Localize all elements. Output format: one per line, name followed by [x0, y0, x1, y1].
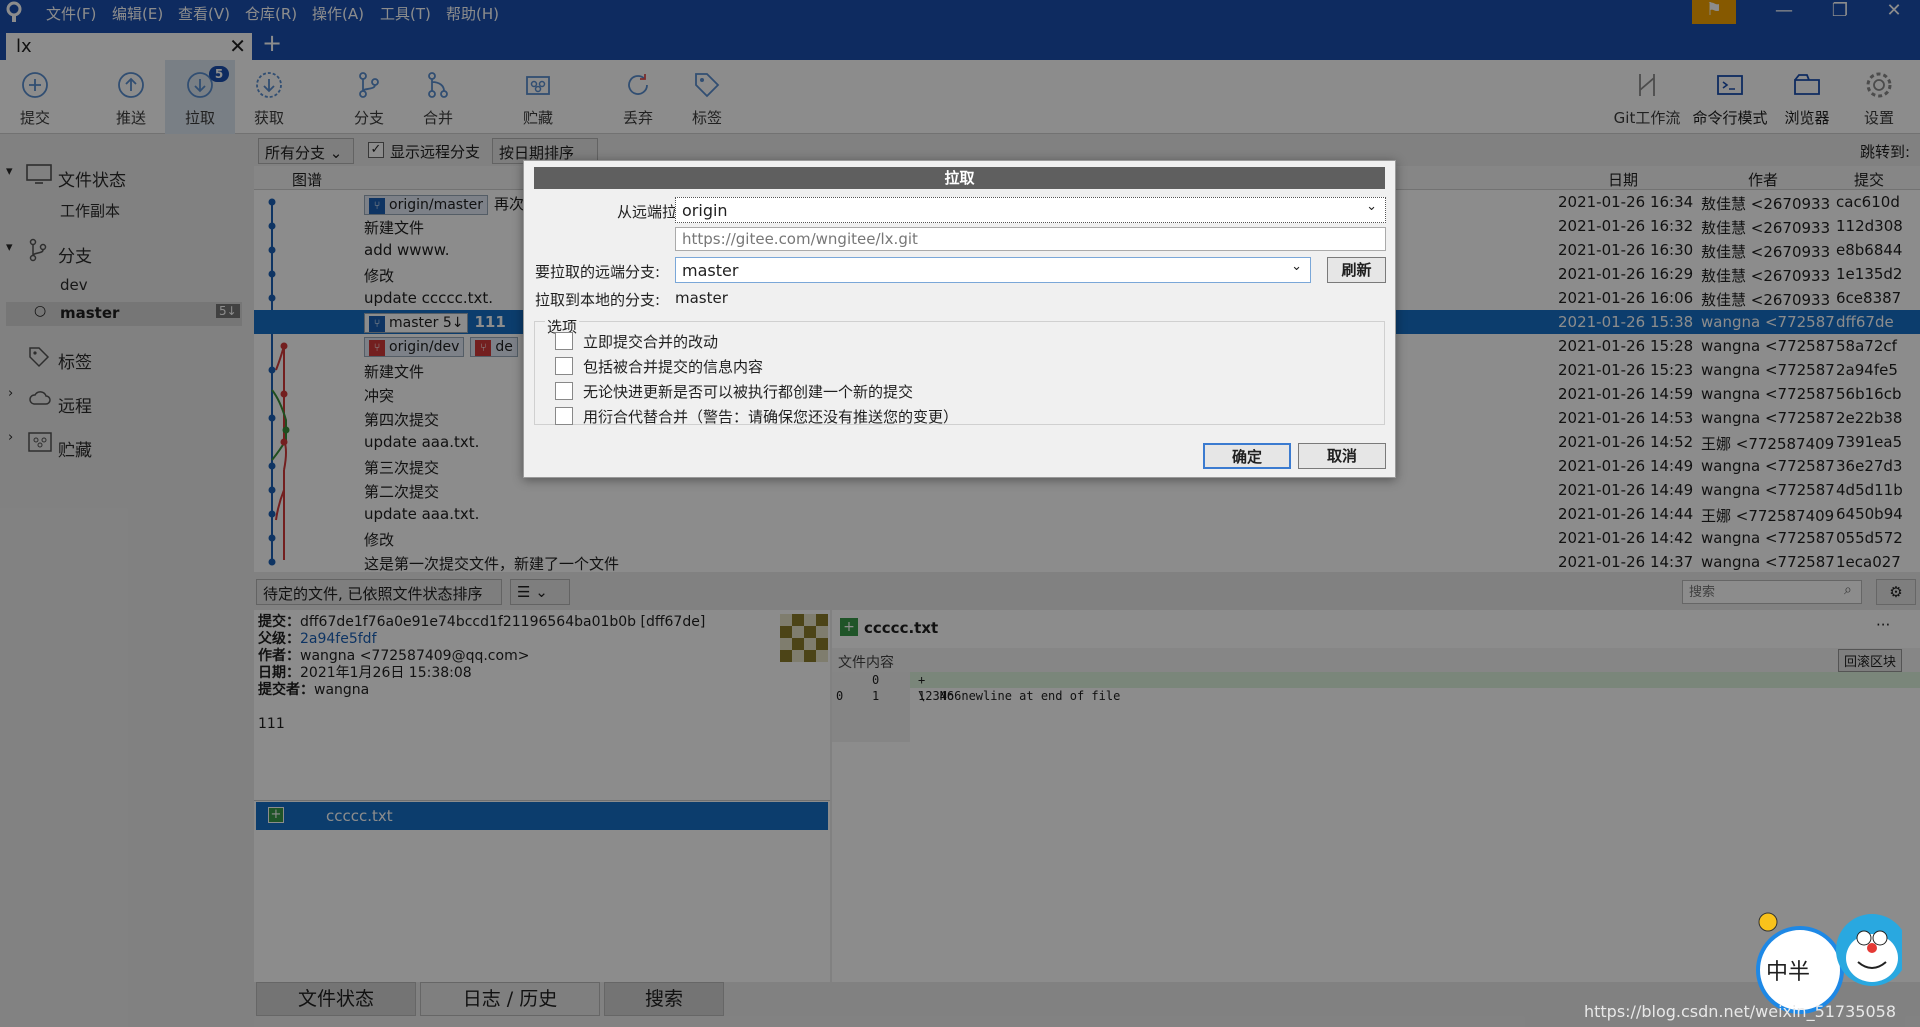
watermark: https://blog.csdn.net/weixin_51735058 — [1583, 1002, 1896, 1021]
local-branch-label: 拉取到本地的分支: — [534, 291, 660, 309]
remote-branch-label: 要拉取的远端分支: — [534, 263, 660, 281]
rebase-checkbox[interactable] — [555, 407, 573, 425]
remote-label: 从远端拉取 — [616, 203, 692, 221]
dialog-title: 拉取 — [534, 167, 1385, 189]
chevron-down-icon: ⌄ — [1366, 199, 1377, 214]
no-fast-forward-checkbox[interactable] — [555, 382, 573, 400]
refresh-button[interactable]: 刷新 — [1327, 257, 1386, 283]
local-branch-value: master — [675, 289, 728, 307]
remote-url-field: https://gitee.com/wngitee/lx.git — [675, 227, 1386, 251]
modal-overlay — [0, 0, 1920, 1027]
remote-branch-select[interactable]: master ⌄ — [675, 257, 1311, 283]
commit-merged-checkbox[interactable] — [555, 332, 573, 350]
include-messages-checkbox[interactable] — [555, 357, 573, 375]
chevron-down-icon: ⌄ — [1291, 259, 1302, 274]
remote-select[interactable]: origin ⌄ — [675, 197, 1386, 223]
ok-button[interactable]: 确定 — [1203, 443, 1291, 469]
ime-mode-text: 中半 — [1766, 960, 1811, 985]
pull-dialog: 拉取 从远端拉取 origin ⌄ https://gitee.com/wngi… — [523, 160, 1396, 478]
cancel-button[interactable]: 取消 — [1298, 443, 1386, 469]
ime-widget[interactable]: 中半 — [1742, 904, 1908, 1016]
options-group: 选项 立即提交合并的改动 包括被合并提交的信息内容 无论快进更新是否可以被执行都… — [534, 316, 1385, 426]
